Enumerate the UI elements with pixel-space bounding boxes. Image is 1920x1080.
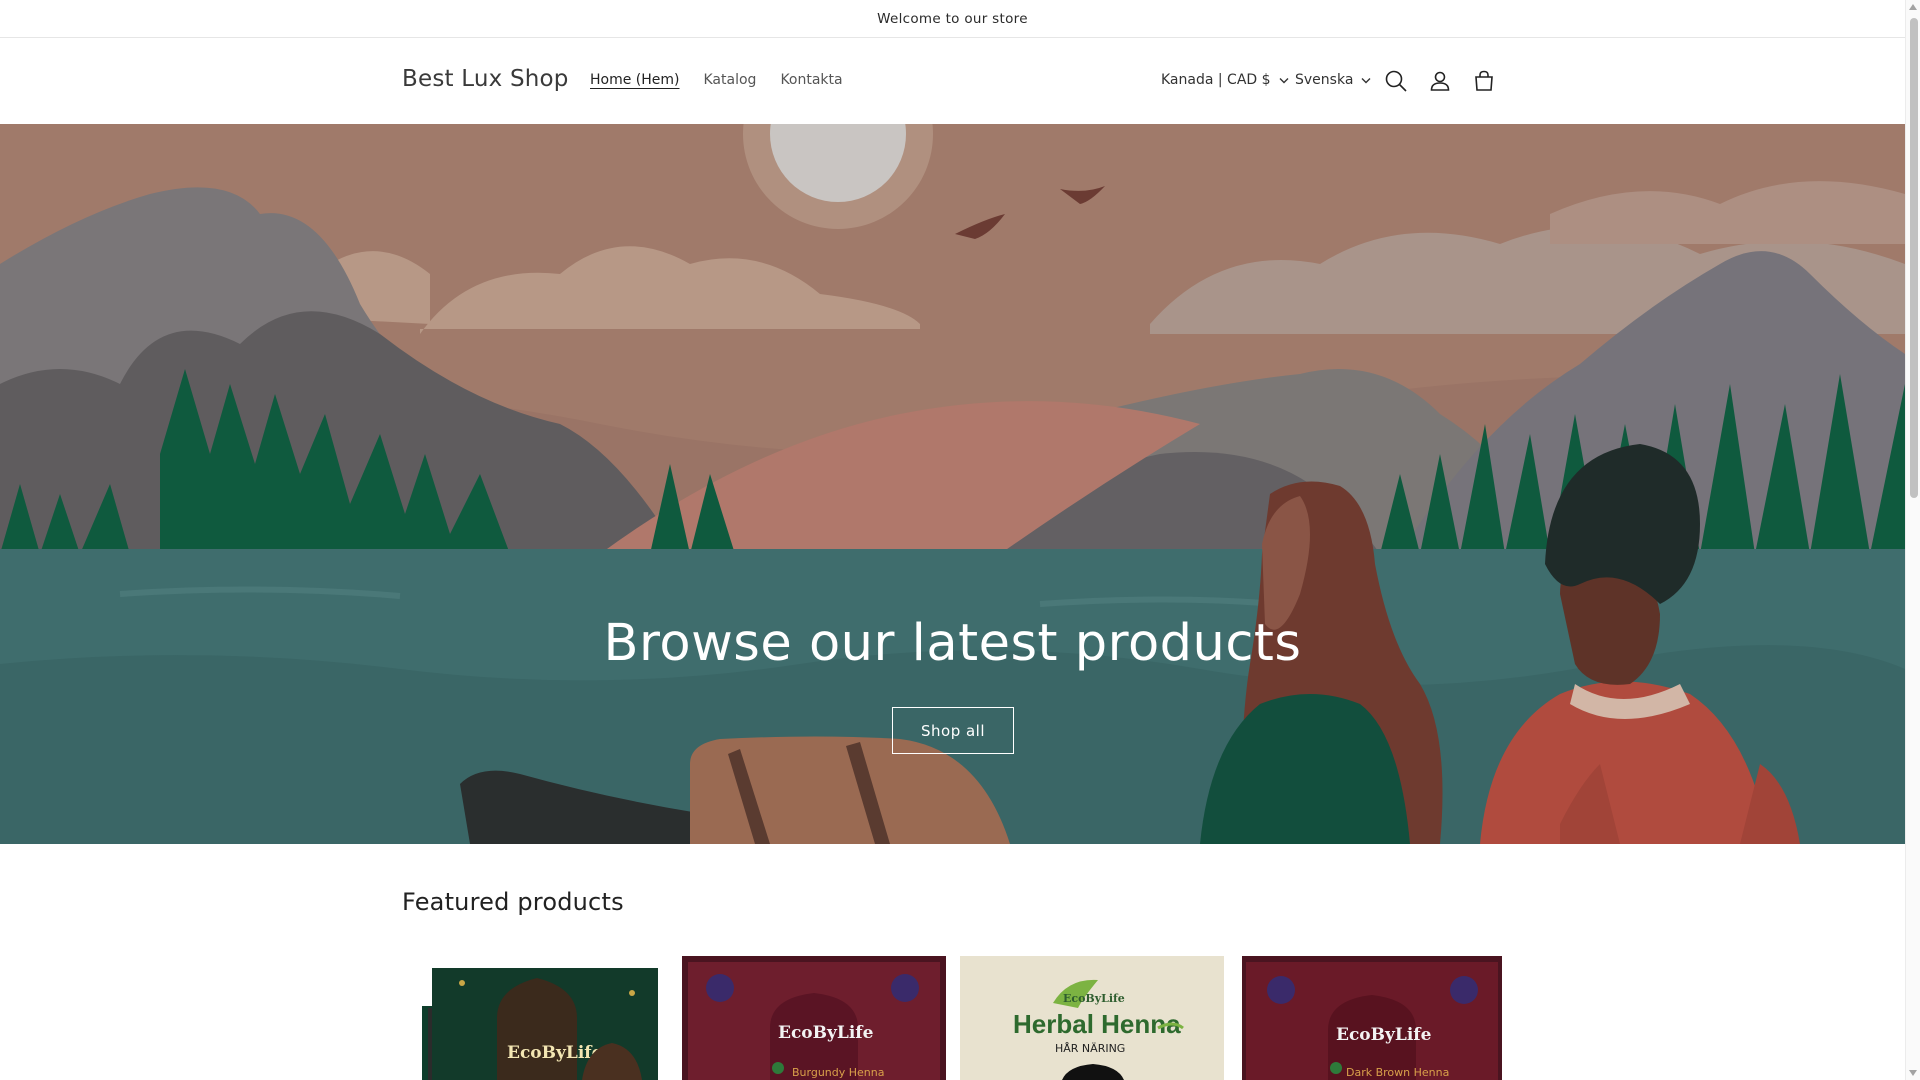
hero-banner: Browse our latest products Shop all xyxy=(0,124,1905,844)
product-card[interactable]: EcoByLife Burgundy Henna xyxy=(680,948,948,1080)
announcement-text: Welcome to our store xyxy=(877,10,1028,27)
search-button[interactable] xyxy=(1383,68,1409,94)
svg-text:EcoByLife: EcoByLife xyxy=(1063,992,1125,1005)
product-image: EcoByLife Herbal Henna HÅR NÄRING xyxy=(958,948,1226,1080)
hero-title: Browse our latest products xyxy=(603,614,1302,673)
scrollbar-thumb[interactable] xyxy=(1910,18,1918,498)
svg-text:Herbal Henna: Herbal Henna xyxy=(1013,1009,1181,1039)
account-icon xyxy=(1430,71,1450,91)
country-selector[interactable]: Kanada | CAD $ xyxy=(1161,72,1289,88)
product-card[interactable]: EcoByLife Herbal Henna HÅR NÄRING xyxy=(958,948,1226,1080)
language-selector[interactable]: Svenska xyxy=(1295,72,1371,88)
chevron-down-icon xyxy=(1361,77,1371,83)
svg-text:Burgundy Henna: Burgundy Henna xyxy=(792,1066,885,1079)
chevron-down-icon xyxy=(1279,77,1289,83)
svg-text:EcoByLife: EcoByLife xyxy=(778,1023,874,1043)
main-nav: Home (Hem) Katalog Kontakta xyxy=(590,72,843,88)
country-selector-label: Kanada | CAD $ xyxy=(1161,72,1271,88)
page-scrollbar[interactable] xyxy=(1905,0,1920,1080)
product-image: EcoByLife Dark Brown Henna xyxy=(1236,948,1504,1080)
shop-all-button[interactable]: Shop all xyxy=(892,707,1014,754)
search-icon xyxy=(1385,70,1407,92)
scroll-down-arrow-icon[interactable] xyxy=(1909,1070,1917,1076)
product-image: EcoByLife Burgundy Henna xyxy=(680,948,948,1080)
cart-button[interactable] xyxy=(1471,68,1497,94)
account-button[interactable] xyxy=(1427,68,1453,94)
product-grid: EcoByLife EcoByLife Burgundy Henna EcoBy… xyxy=(402,948,1504,1080)
product-card[interactable]: EcoByLife xyxy=(402,948,670,1080)
cart-icon xyxy=(1475,70,1493,91)
svg-text:Dark Brown Henna: Dark Brown Henna xyxy=(1346,1066,1449,1079)
scroll-up-arrow-icon[interactable] xyxy=(1909,4,1917,10)
announcement-bar: Welcome to our store xyxy=(0,0,1905,38)
product-card[interactable]: EcoByLife Dark Brown Henna xyxy=(1236,948,1504,1080)
svg-text:HÅR NÄRING: HÅR NÄRING xyxy=(1055,1042,1125,1055)
product-image: EcoByLife xyxy=(402,948,670,1080)
nav-item-kontakta[interactable]: Kontakta xyxy=(780,72,842,88)
svg-text:EcoByLife: EcoByLife xyxy=(507,1043,603,1063)
site-header: Best Lux Shop Home (Hem) Katalog Kontakt… xyxy=(0,38,1905,124)
svg-text:EcoByLife: EcoByLife xyxy=(1336,1025,1432,1045)
nav-item-katalog[interactable]: Katalog xyxy=(704,72,757,88)
nav-item-home[interactable]: Home (Hem) xyxy=(590,72,680,88)
store-logo[interactable]: Best Lux Shop xyxy=(402,66,569,92)
featured-products-title: Featured products xyxy=(402,888,624,916)
language-selector-label: Svenska xyxy=(1295,72,1354,88)
